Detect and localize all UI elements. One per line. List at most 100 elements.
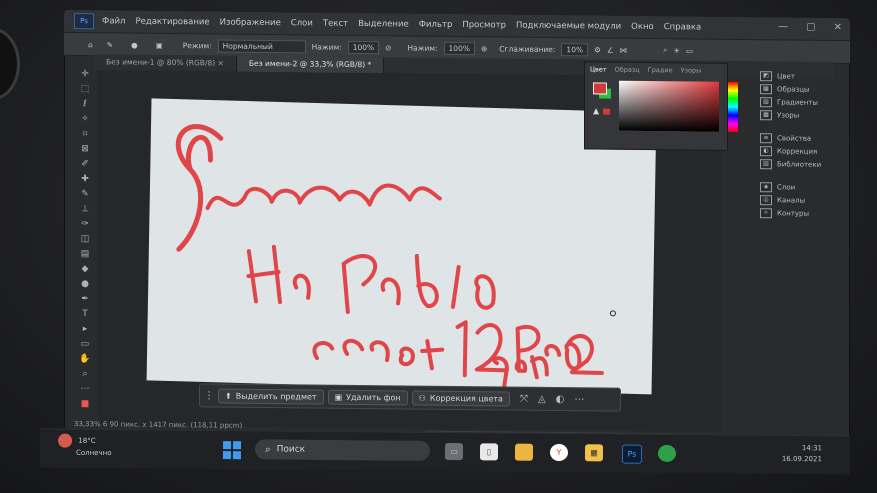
history-brush-tool-icon[interactable]: ✑ — [79, 218, 91, 231]
marquee-tool-icon[interactable]: ⬚ — [79, 83, 91, 96]
brush-size-icon[interactable]: ● — [131, 40, 138, 49]
file-icon[interactable]: ▯ — [479, 443, 499, 461]
foreground-color-swatch[interactable] — [593, 82, 607, 95]
pressure-input[interactable]: 100% — [347, 40, 380, 54]
minimize-icon[interactable]: — — [778, 21, 788, 32]
menu-file[interactable]: Файл — [102, 16, 125, 26]
tab-patterns[interactable]: Узоры — [681, 66, 702, 74]
lasso-tool-icon[interactable]: ℓ — [79, 98, 91, 111]
color-swatches-icon[interactable]: ■ — [79, 398, 91, 411]
photoshop-taskbar-icon[interactable]: Ps — [621, 444, 643, 464]
type-tool-icon[interactable]: T — [79, 308, 91, 321]
panel-gradients[interactable]: ▤ Градиенты — [760, 95, 850, 109]
windows-start-icon[interactable] — [222, 441, 242, 460]
tools-panel: ✛ ⬚ ℓ ✧ ⌗ ⊠ ✐ ✚ ✎ ⊥ ✑ ◫ ▤ ◆ ● ✒ T ▸ ▭ ✋ … — [74, 68, 96, 418]
brush-tool-icon-side[interactable]: ✎ — [79, 188, 91, 201]
panel-swatches[interactable]: ▦ Образцы — [760, 82, 850, 96]
maximize-icon[interactable]: ▢ — [806, 22, 815, 33]
move-tool-icon[interactable]: ✛ — [79, 68, 91, 81]
panel-layers[interactable]: ◈ Слои — [760, 180, 850, 194]
rectangle-tool-icon[interactable]: ▭ — [79, 338, 91, 351]
tab-swatches[interactable]: Образц — [615, 66, 640, 74]
swatches-icon: ▦ — [760, 83, 772, 94]
hue-slider[interactable] — [728, 81, 738, 132]
weather-widget[interactable]: 18°C Солнечно — [58, 433, 112, 458]
menu-window[interactable]: Окно — [631, 22, 654, 32]
color-correction-button[interactable]: ⚇ Коррекция цвета — [411, 390, 510, 407]
menu-image[interactable]: Изображение — [220, 18, 281, 29]
libraries-icon: ▥ — [760, 158, 772, 169]
ink-stroke-line-4 — [492, 334, 604, 395]
taskbar-search[interactable]: ⌕ Поиск — [254, 439, 431, 461]
menu-view[interactable]: Просмотр — [462, 20, 506, 30]
menu-help[interactable]: Справка — [664, 22, 701, 32]
eyedropper-tool-icon[interactable]: ✐ — [79, 158, 91, 171]
panel-color[interactable]: ◩ Цвет — [760, 69, 850, 83]
blur-tool-icon[interactable]: ◆ — [79, 263, 91, 276]
angle-icon[interactable]: ∠ — [607, 45, 614, 54]
menu-plugins[interactable]: Подключаемые модули — [516, 21, 621, 32]
tab-gradients[interactable]: Градие — [648, 66, 673, 74]
home-icon[interactable]: ⌂ — [88, 40, 93, 49]
gradient-tool-icon[interactable]: ▤ — [79, 248, 91, 261]
brush-tool-icon[interactable]: ✎ — [107, 40, 113, 49]
panel-properties[interactable]: ≡ Свойства — [760, 131, 850, 145]
pen-tool-icon[interactable]: ✒ — [79, 293, 91, 306]
menu-filter[interactable]: Фильтр — [419, 20, 453, 30]
eraser-tool-icon[interactable]: ◫ — [79, 233, 91, 246]
file-explorer-icon[interactable] — [514, 443, 534, 461]
mode-select[interactable]: Нормальный — [217, 38, 306, 53]
more-options-icon[interactable]: ⋯ — [574, 394, 584, 405]
panel-adjustments[interactable]: ◐ Коррекция — [760, 144, 850, 158]
flow-pressure-icon[interactable]: ⊕ — [481, 44, 487, 53]
color-field[interactable] — [619, 80, 719, 132]
menu-layers[interactable]: Слои — [291, 18, 313, 28]
frame-tool-icon[interactable]: ⊠ — [79, 143, 91, 156]
tab-color[interactable]: Цвет — [590, 65, 607, 73]
ink-stroke-cursive-r — [175, 124, 224, 252]
search-icon[interactable]: ⌕ — [663, 45, 667, 55]
smoothing-input[interactable]: 10% — [561, 42, 589, 56]
symmetry-icon[interactable]: ⋈ — [620, 45, 628, 54]
chrome-icon[interactable] — [657, 444, 677, 463]
tip-icon[interactable]: ☀ — [673, 46, 680, 55]
transform-icon[interactable]: ⤧ — [520, 393, 528, 404]
dodge-tool-icon[interactable]: ● — [79, 278, 91, 291]
system-clock[interactable]: 14:31 16.09.2021 — [782, 443, 822, 465]
yandex-browser-icon[interactable]: Y — [549, 443, 569, 462]
gear-icon[interactable]: ⚙ — [594, 45, 601, 54]
task-view-icon[interactable]: ▭ — [444, 443, 464, 461]
panel-libraries[interactable]: ▥ Библиотеки — [760, 157, 850, 171]
healing-tool-icon[interactable]: ✚ — [79, 173, 91, 186]
crop-tool-icon[interactable]: ⌗ — [79, 128, 91, 141]
store-icon[interactable]: ▦ — [584, 444, 604, 462]
zoom-tool-icon[interactable]: ⌕ — [79, 368, 91, 381]
opacity-input[interactable]: 100% — [443, 41, 475, 55]
close-icon[interactable]: ✕ — [834, 22, 842, 33]
adjust-icon[interactable]: ◐ — [556, 394, 565, 405]
share-icon[interactable]: ▭ — [686, 46, 693, 55]
mask-icon[interactable]: ◬ — [538, 393, 546, 404]
more-tools-icon[interactable]: ⋯ — [79, 383, 91, 396]
quick-select-tool-icon[interactable]: ✧ — [79, 113, 91, 126]
menu-select[interactable]: Выделение — [358, 19, 409, 30]
weather-desc: Солнечно — [75, 448, 112, 458]
panel-channels[interactable]: ◎ Каналы — [760, 193, 850, 207]
panel-patterns[interactable]: ▩ Узоры — [760, 108, 850, 122]
hand-tool-icon[interactable]: ✋ — [79, 353, 91, 366]
tab-document-1[interactable]: Без имени-1 @ 80% (RGB/8) × — [94, 54, 237, 72]
select-subject-button[interactable]: ⬆ Выделить предмет — [218, 387, 324, 405]
remove-background-button[interactable]: ▣ Удалить фон — [327, 389, 408, 405]
opacity-label: Нажим: — [407, 42, 438, 53]
gamut-swatch[interactable] — [603, 108, 610, 115]
brush-settings-icon[interactable]: ▣ — [156, 40, 163, 49]
menu-edit[interactable]: Редактирование — [135, 17, 209, 28]
tab-document-2[interactable]: Без имени-2 @ 33,3% (RGB/8) * — [236, 55, 385, 74]
stamp-tool-icon[interactable]: ⊥ — [79, 203, 91, 216]
path-select-tool-icon[interactable]: ▸ — [79, 323, 91, 336]
drag-handle-icon[interactable]: ⋮ — [204, 390, 214, 401]
airbrush-icon[interactable]: ⊘ — [385, 43, 391, 52]
panel-paths[interactable]: ✧ Контуры — [760, 206, 850, 220]
menu-text[interactable]: Текст — [323, 19, 348, 29]
document-canvas[interactable] — [146, 98, 657, 395]
